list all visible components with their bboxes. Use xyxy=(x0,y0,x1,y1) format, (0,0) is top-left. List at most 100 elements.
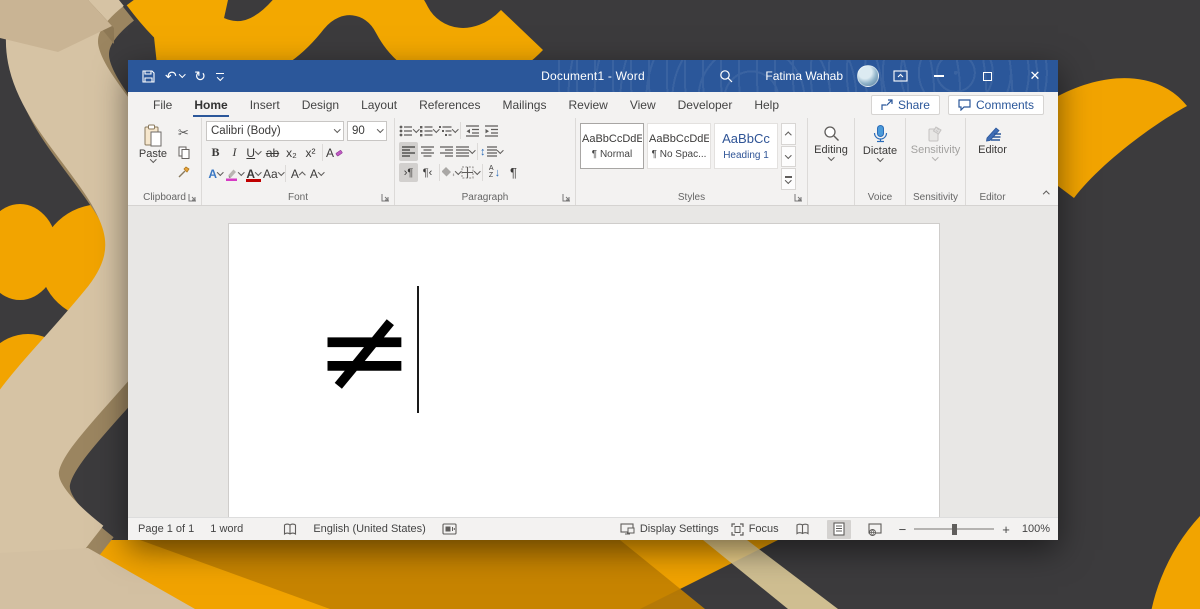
rtl-text-button[interactable]: ¶‹ xyxy=(418,163,437,182)
maximize-button[interactable] xyxy=(970,64,1004,88)
show-marks-button[interactable]: ¶ xyxy=(504,163,523,182)
decrease-indent-icon xyxy=(465,125,480,137)
ltr-text-button[interactable]: ›¶ xyxy=(399,163,418,182)
sort-button[interactable]: A Z ↓ xyxy=(485,163,504,182)
print-layout-button[interactable] xyxy=(827,520,851,539)
tab-insert[interactable]: Insert xyxy=(239,94,291,116)
proofing-icon[interactable] xyxy=(283,523,297,536)
styles-dialog-launcher[interactable] xyxy=(794,193,803,202)
tab-design[interactable]: Design xyxy=(291,94,350,116)
strikethrough-button[interactable]: ab xyxy=(263,143,282,162)
italic-button[interactable]: I xyxy=(225,143,244,162)
superscript-button[interactable]: x² xyxy=(301,143,320,162)
format-painter-button[interactable] xyxy=(174,163,193,182)
font-size-select[interactable]: 90 xyxy=(347,121,387,141)
numbering-button[interactable] xyxy=(419,121,439,140)
redo-icon[interactable]: ↻ xyxy=(194,69,206,83)
cut-button[interactable]: ✂ xyxy=(174,123,193,142)
text-line: ≠ xyxy=(229,224,939,413)
grow-font-button[interactable]: A xyxy=(288,164,307,183)
word-count-status[interactable]: 1 word xyxy=(210,523,243,535)
tab-layout[interactable]: Layout xyxy=(350,94,408,116)
subscript-button[interactable]: x₂ xyxy=(282,143,301,162)
shading-icon xyxy=(442,166,455,179)
text-effects-button[interactable]: A xyxy=(206,164,225,183)
increase-indent-button[interactable] xyxy=(482,121,501,140)
document-page[interactable]: ≠ xyxy=(228,223,940,517)
align-right-button[interactable] xyxy=(437,142,456,161)
dictate-button[interactable]: Dictate xyxy=(859,121,901,190)
editor-button[interactable]: Editor xyxy=(970,121,1015,190)
save-icon[interactable] xyxy=(142,70,155,83)
style-normal-preview: AaBbCcDdE xyxy=(582,133,642,145)
share-button[interactable]: Share xyxy=(871,95,940,115)
web-layout-button[interactable] xyxy=(863,520,887,539)
group-font: Calibri (Body) 90 B I U ab x₂ x² xyxy=(202,118,395,205)
change-case-button[interactable]: Aa xyxy=(263,164,283,183)
search-icon[interactable] xyxy=(719,69,733,83)
multilevel-list-button[interactable] xyxy=(438,121,458,140)
qat-customize-icon[interactable] xyxy=(216,73,224,80)
align-left-button[interactable] xyxy=(399,142,418,161)
language-status[interactable]: English (United States) xyxy=(313,523,426,535)
zoom-out-button[interactable]: − xyxy=(899,522,907,537)
ribbon-collapse-button[interactable] xyxy=(1044,183,1049,201)
paste-button[interactable]: Paste xyxy=(132,121,174,190)
zoom-level[interactable]: 100% xyxy=(1022,523,1050,535)
justify-button[interactable] xyxy=(456,142,475,161)
copy-button[interactable] xyxy=(174,143,193,162)
styles-scroll-down[interactable] xyxy=(781,146,796,168)
shading-button[interactable] xyxy=(442,163,461,182)
styles-scroll-up[interactable] xyxy=(781,123,796,145)
font-name-dropdown-icon xyxy=(334,126,340,132)
undo-icon[interactable]: ↶ xyxy=(165,69,177,83)
clear-formatting-button[interactable]: A xyxy=(325,143,344,162)
line-spacing-button[interactable]: ↕ xyxy=(480,142,502,161)
user-name[interactable]: Fatima Wahab xyxy=(765,69,843,83)
tab-home[interactable]: Home xyxy=(183,94,238,116)
minimize-button[interactable] xyxy=(922,64,956,88)
align-center-button[interactable] xyxy=(418,142,437,161)
shrink-font-button[interactable]: A xyxy=(307,164,326,183)
clipboard-dialog-launcher[interactable] xyxy=(188,193,197,202)
style-no-spacing[interactable]: AaBbCcDdE ¶ No Spac... xyxy=(647,123,711,169)
close-button[interactable]: ✕ xyxy=(1018,64,1052,88)
font-name-select[interactable]: Calibri (Body) xyxy=(206,121,344,141)
paragraph-dialog-launcher[interactable] xyxy=(562,193,571,202)
zoom-in-button[interactable]: + xyxy=(1002,522,1010,537)
styles-more-button[interactable] xyxy=(781,168,796,190)
style-normal[interactable]: AaBbCcDdE ¶ Normal xyxy=(580,123,644,169)
user-avatar[interactable] xyxy=(857,65,879,87)
style-heading1[interactable]: AaBbCc Heading 1 xyxy=(714,123,778,169)
bullets-button[interactable] xyxy=(399,121,419,140)
tab-mailings[interactable]: Mailings xyxy=(491,94,557,116)
decrease-indent-button[interactable] xyxy=(463,121,482,140)
comments-button[interactable]: Comments xyxy=(948,95,1044,115)
font-dialog-launcher[interactable] xyxy=(381,193,390,202)
editing-button[interactable]: Editing xyxy=(812,121,850,190)
undo-dropdown-icon[interactable] xyxy=(179,71,185,77)
underline-button[interactable]: U xyxy=(244,143,263,162)
zoom-slider-thumb[interactable] xyxy=(952,524,957,535)
align-right-icon xyxy=(440,146,453,157)
ribbon-options-icon[interactable] xyxy=(893,70,908,82)
tab-file[interactable]: File xyxy=(142,94,183,116)
tab-references[interactable]: References xyxy=(408,94,491,116)
tab-review[interactable]: Review xyxy=(557,94,618,116)
style-heading1-preview: AaBbCc xyxy=(722,131,770,146)
focus-button[interactable]: Focus xyxy=(731,523,779,536)
read-mode-button[interactable] xyxy=(791,520,815,539)
highlight-button[interactable] xyxy=(225,164,244,183)
tab-help[interactable]: Help xyxy=(743,94,790,116)
page-number-status[interactable]: Page 1 of 1 xyxy=(138,523,194,535)
editing-icon xyxy=(823,125,840,142)
tab-developer[interactable]: Developer xyxy=(667,94,744,116)
macro-record-icon[interactable] xyxy=(442,523,457,535)
borders-button[interactable] xyxy=(461,163,480,182)
zoom-slider[interactable] xyxy=(914,528,994,530)
display-settings-button[interactable]: Display Settings xyxy=(620,523,719,535)
bold-button[interactable]: B xyxy=(206,143,225,162)
tab-view[interactable]: View xyxy=(619,94,667,116)
sensitivity-group-label: Sensitivity xyxy=(913,192,958,203)
font-color-button[interactable]: A xyxy=(244,164,263,183)
